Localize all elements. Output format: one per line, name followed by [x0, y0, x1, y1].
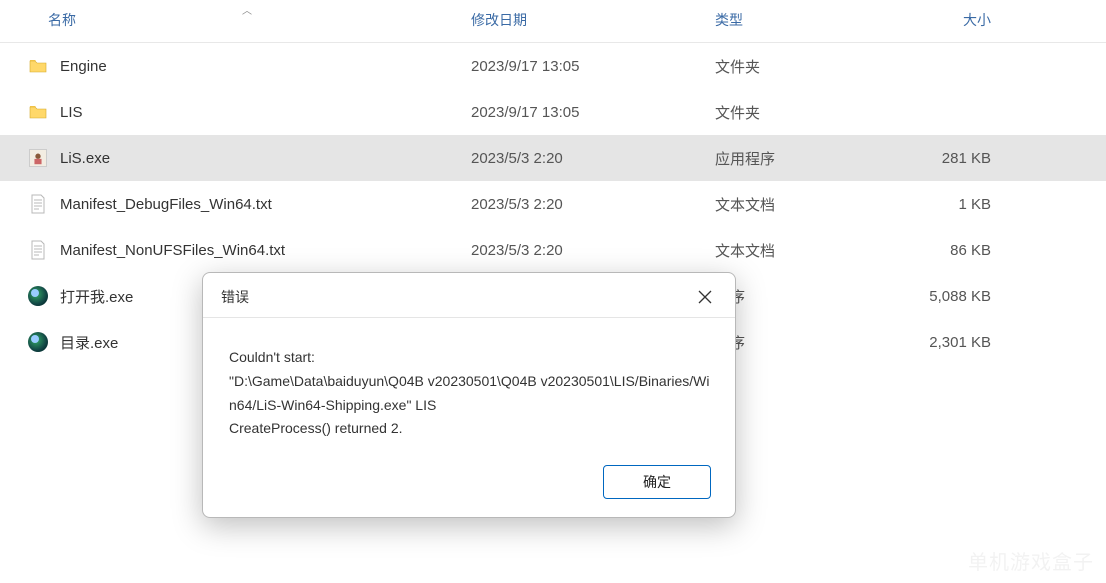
file-size: 5,088 KB — [901, 288, 1051, 305]
file-name: LIS — [60, 104, 83, 121]
file-row[interactable]: Manifest_NonUFSFiles_Win64.txt 2023/5/3 2… — [0, 227, 1106, 273]
file-size: 86 KB — [901, 242, 1051, 259]
file-type: 文本文档 — [703, 240, 901, 261]
dialog-title-bar: 错误 — [203, 273, 735, 318]
watermark-text: 单机游戏盒子 — [968, 546, 1094, 575]
file-row[interactable]: LIS 2023/9/17 13:05文件夹 — [0, 89, 1106, 135]
file-type: 应用程序 — [703, 148, 901, 169]
folder-icon — [28, 102, 48, 122]
round-icon — [28, 332, 48, 352]
file-type: 文件夹 — [703, 56, 901, 77]
column-header-size[interactable]: 大小 — [901, 10, 1051, 30]
column-header-date[interactable]: 修改日期 — [445, 10, 703, 30]
ok-button[interactable]: 确定 — [603, 465, 711, 499]
file-date: 2023/9/17 13:05 — [445, 58, 703, 75]
file-date: 2023/5/3 2:20 — [445, 242, 703, 259]
dialog-footer: 确定 — [203, 455, 735, 517]
file-type: 文本文档 — [703, 194, 901, 215]
file-row[interactable]: Engine 2023/9/17 13:05文件夹 — [0, 43, 1106, 89]
close-icon[interactable] — [691, 283, 719, 311]
column-header-type[interactable]: 类型 — [703, 10, 901, 30]
round-icon — [28, 286, 48, 306]
file-list-header: 名称 修改日期 类型 大小 — [0, 0, 1106, 43]
dialog-title: 错误 — [221, 287, 249, 307]
file-size: 1 KB — [901, 196, 1051, 213]
folder-icon — [28, 56, 48, 76]
file-type: 文件夹 — [703, 102, 901, 123]
txt-icon — [28, 240, 48, 260]
file-name: 目录.exe — [60, 332, 118, 353]
sort-asc-icon: ︿ — [242, 2, 252, 17]
exe-lis-icon — [28, 148, 48, 168]
file-name: 打开我.exe — [60, 286, 133, 307]
txt-icon — [28, 194, 48, 214]
file-name: Engine — [60, 58, 107, 75]
file-name: Manifest_DebugFiles_Win64.txt — [60, 196, 272, 213]
file-row[interactable]: Manifest_DebugFiles_Win64.txt 2023/5/3 2:… — [0, 181, 1106, 227]
file-row[interactable]: LiS.exe 2023/5/3 2:20应用程序281 KB — [0, 135, 1106, 181]
error-dialog: 错误 Couldn't start:"D:\Game\Data\baiduyun… — [202, 272, 736, 518]
file-date: 2023/5/3 2:20 — [445, 150, 703, 167]
column-header-name[interactable]: 名称 — [0, 10, 445, 30]
dialog-message: Couldn't start:"D:\Game\Data\baiduyun\Q0… — [203, 318, 735, 455]
file-date: 2023/5/3 2:20 — [445, 196, 703, 213]
file-name: LiS.exe — [60, 150, 110, 167]
file-size: 281 KB — [901, 150, 1051, 167]
file-name: Manifest_NonUFSFiles_Win64.txt — [60, 242, 285, 259]
file-date: 2023/9/17 13:05 — [445, 104, 703, 121]
file-size: 2,301 KB — [901, 334, 1051, 351]
